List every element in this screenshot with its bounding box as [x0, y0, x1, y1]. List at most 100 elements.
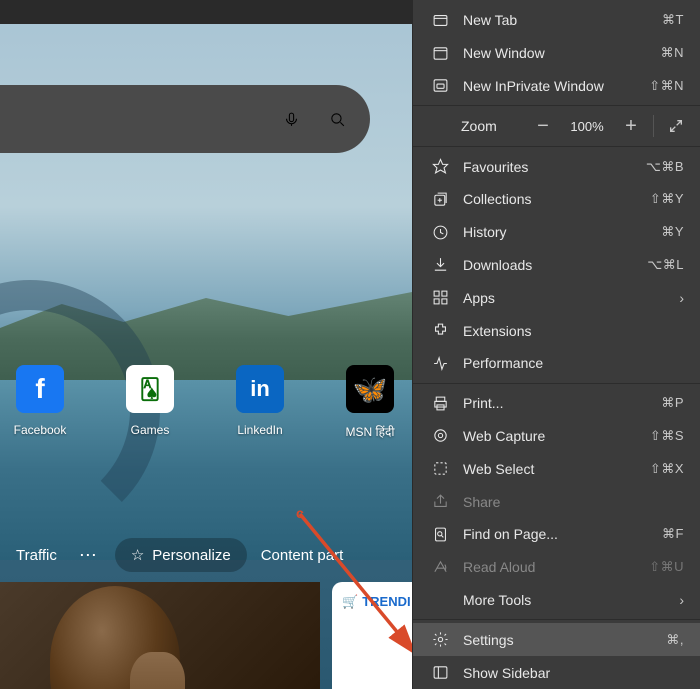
menu-extensions[interactable]: Extensions — [413, 314, 700, 347]
fullscreen-button[interactable] — [660, 112, 692, 140]
more-dots-icon[interactable]: ⋯ — [71, 537, 105, 574]
blank-icon — [431, 591, 449, 609]
collections-icon — [431, 190, 449, 208]
menu-downloads[interactable]: Downloads ⌥⌘L — [413, 249, 700, 282]
msn-icon: 🦋 — [346, 365, 394, 413]
apps-icon — [431, 289, 449, 307]
menu-label: New Window — [463, 45, 647, 61]
facebook-icon: f — [16, 365, 64, 413]
menu-label: Settings — [463, 632, 652, 648]
zoom-label: Zoom — [461, 118, 523, 134]
zoom-in-button[interactable]: + — [615, 112, 647, 140]
menu-label: Show Sidebar — [463, 665, 684, 681]
chevron-right-icon: › — [679, 290, 684, 306]
menu-shortcut: ⇧⌘Y — [650, 191, 684, 207]
tile-msn-hindi[interactable]: 🦋 MSN हिंदी — [345, 365, 395, 440]
download-icon — [431, 256, 449, 274]
sidebar-icon — [431, 664, 449, 682]
menu-label: Apps — [463, 290, 665, 306]
menu-shortcut: ⌘N — [661, 45, 684, 61]
menu-shortcut: ⌘Y — [661, 224, 684, 240]
new-tab-icon — [431, 11, 449, 29]
menu-read-aloud: Read Aloud ⇧⌘U — [413, 551, 700, 584]
browser-menu: New Tab ⌘T New Window ⌘N New InPrivate W… — [412, 0, 700, 689]
menu-label: Web Capture — [463, 428, 636, 444]
menu-label: Web Select — [463, 461, 636, 477]
menu-label: New InPrivate Window — [463, 78, 635, 94]
menu-label: Share — [463, 494, 684, 510]
tile-label: Facebook — [14, 423, 67, 437]
share-icon — [431, 493, 449, 511]
tile-linkedin[interactable]: in LinkedIn — [235, 365, 285, 440]
menu-shortcut: ⇧⌘X — [650, 461, 684, 477]
web-capture-icon — [431, 427, 449, 445]
web-select-icon — [431, 460, 449, 478]
quick-links-tiles: f Facebook 🂡 Games in LinkedIn 🦋 MSN हिं… — [15, 365, 395, 440]
menu-shortcut: ⌘F — [662, 526, 684, 542]
menu-shortcut: ⌘P — [661, 395, 684, 411]
menu-label: Collections — [463, 191, 636, 207]
menu-show-sidebar[interactable]: Show Sidebar — [413, 656, 700, 689]
menu-separator — [413, 105, 700, 106]
menu-label: Find on Page... — [463, 526, 648, 542]
content-partners-button[interactable]: Content part — [257, 539, 348, 572]
inprivate-icon — [431, 77, 449, 95]
menu-shortcut: ⌘T — [662, 12, 684, 28]
cart-icon: 🛒 — [342, 594, 358, 610]
menu-separator — [413, 383, 700, 384]
menu-more-tools[interactable]: More Tools › — [413, 584, 700, 617]
menu-apps[interactable]: Apps › — [413, 281, 700, 314]
voice-search-icon[interactable] — [282, 110, 300, 128]
menu-new-inprivate[interactable]: New InPrivate Window ⇧⌘N — [413, 70, 700, 103]
menu-shortcut: ⇧⌘N — [649, 78, 684, 94]
window-top-bar — [0, 0, 412, 24]
menu-web-capture[interactable]: Web Capture ⇧⌘S — [413, 420, 700, 453]
personalize-button[interactable]: ☆ Personalize — [115, 538, 247, 572]
menu-label: More Tools — [463, 592, 665, 608]
menu-web-select[interactable]: Web Select ⇧⌘X — [413, 452, 700, 485]
menu-label: New Tab — [463, 12, 648, 28]
menu-collections[interactable]: Collections ⇧⌘Y — [413, 183, 700, 216]
menu-shortcut: ⌥⌘B — [646, 159, 684, 175]
zoom-out-button[interactable]: − — [527, 112, 559, 140]
menu-favourites[interactable]: Favourites ⌥⌘B — [413, 150, 700, 183]
tile-facebook[interactable]: f Facebook — [15, 365, 65, 440]
menu-label: Extensions — [463, 323, 684, 339]
menu-label: Print... — [463, 395, 647, 411]
menu-history[interactable]: History ⌘Y — [413, 216, 700, 249]
menu-label: Performance — [463, 355, 684, 371]
star-icon — [431, 158, 449, 176]
search-icon[interactable] — [328, 110, 346, 128]
star-icon: ☆ — [131, 546, 144, 564]
print-icon — [431, 394, 449, 412]
news-photo[interactable] — [0, 582, 320, 689]
menu-share: Share — [413, 485, 700, 518]
trending-card[interactable]: 🛒 TRENDI — [332, 582, 412, 689]
menu-performance[interactable]: Performance — [413, 347, 700, 380]
menu-new-window[interactable]: New Window ⌘N — [413, 37, 700, 70]
menu-shortcut: ⌥⌘L — [647, 257, 684, 273]
linkedin-icon: in — [236, 365, 284, 413]
menu-shortcut: ⌘, — [666, 632, 684, 648]
traffic-button[interactable]: Traffic — [12, 539, 61, 572]
feed-toolbar: Traffic ⋯ ☆ Personalize Content part — [0, 530, 412, 580]
menu-new-tab[interactable]: New Tab ⌘T — [413, 4, 700, 37]
menu-zoom: Zoom − 100% + — [413, 109, 700, 143]
menu-label: Favourites — [463, 159, 632, 175]
personalize-label: Personalize — [152, 547, 230, 564]
history-icon — [431, 223, 449, 241]
menu-print[interactable]: Print... ⌘P — [413, 387, 700, 420]
chevron-right-icon: › — [679, 592, 684, 608]
search-bar[interactable] — [0, 85, 370, 153]
tile-label: MSN हिंदी — [346, 423, 395, 440]
tile-label: LinkedIn — [237, 423, 282, 437]
read-aloud-icon — [431, 558, 449, 576]
menu-label: Downloads — [463, 257, 633, 273]
performance-icon — [431, 354, 449, 372]
tile-label: Games — [131, 423, 170, 437]
menu-separator — [413, 146, 700, 147]
tile-games[interactable]: 🂡 Games — [125, 365, 175, 440]
menu-settings[interactable]: Settings ⌘, — [413, 623, 700, 656]
menu-find-on-page[interactable]: Find on Page... ⌘F — [413, 518, 700, 551]
menu-shortcut: ⇧⌘U — [649, 559, 684, 575]
